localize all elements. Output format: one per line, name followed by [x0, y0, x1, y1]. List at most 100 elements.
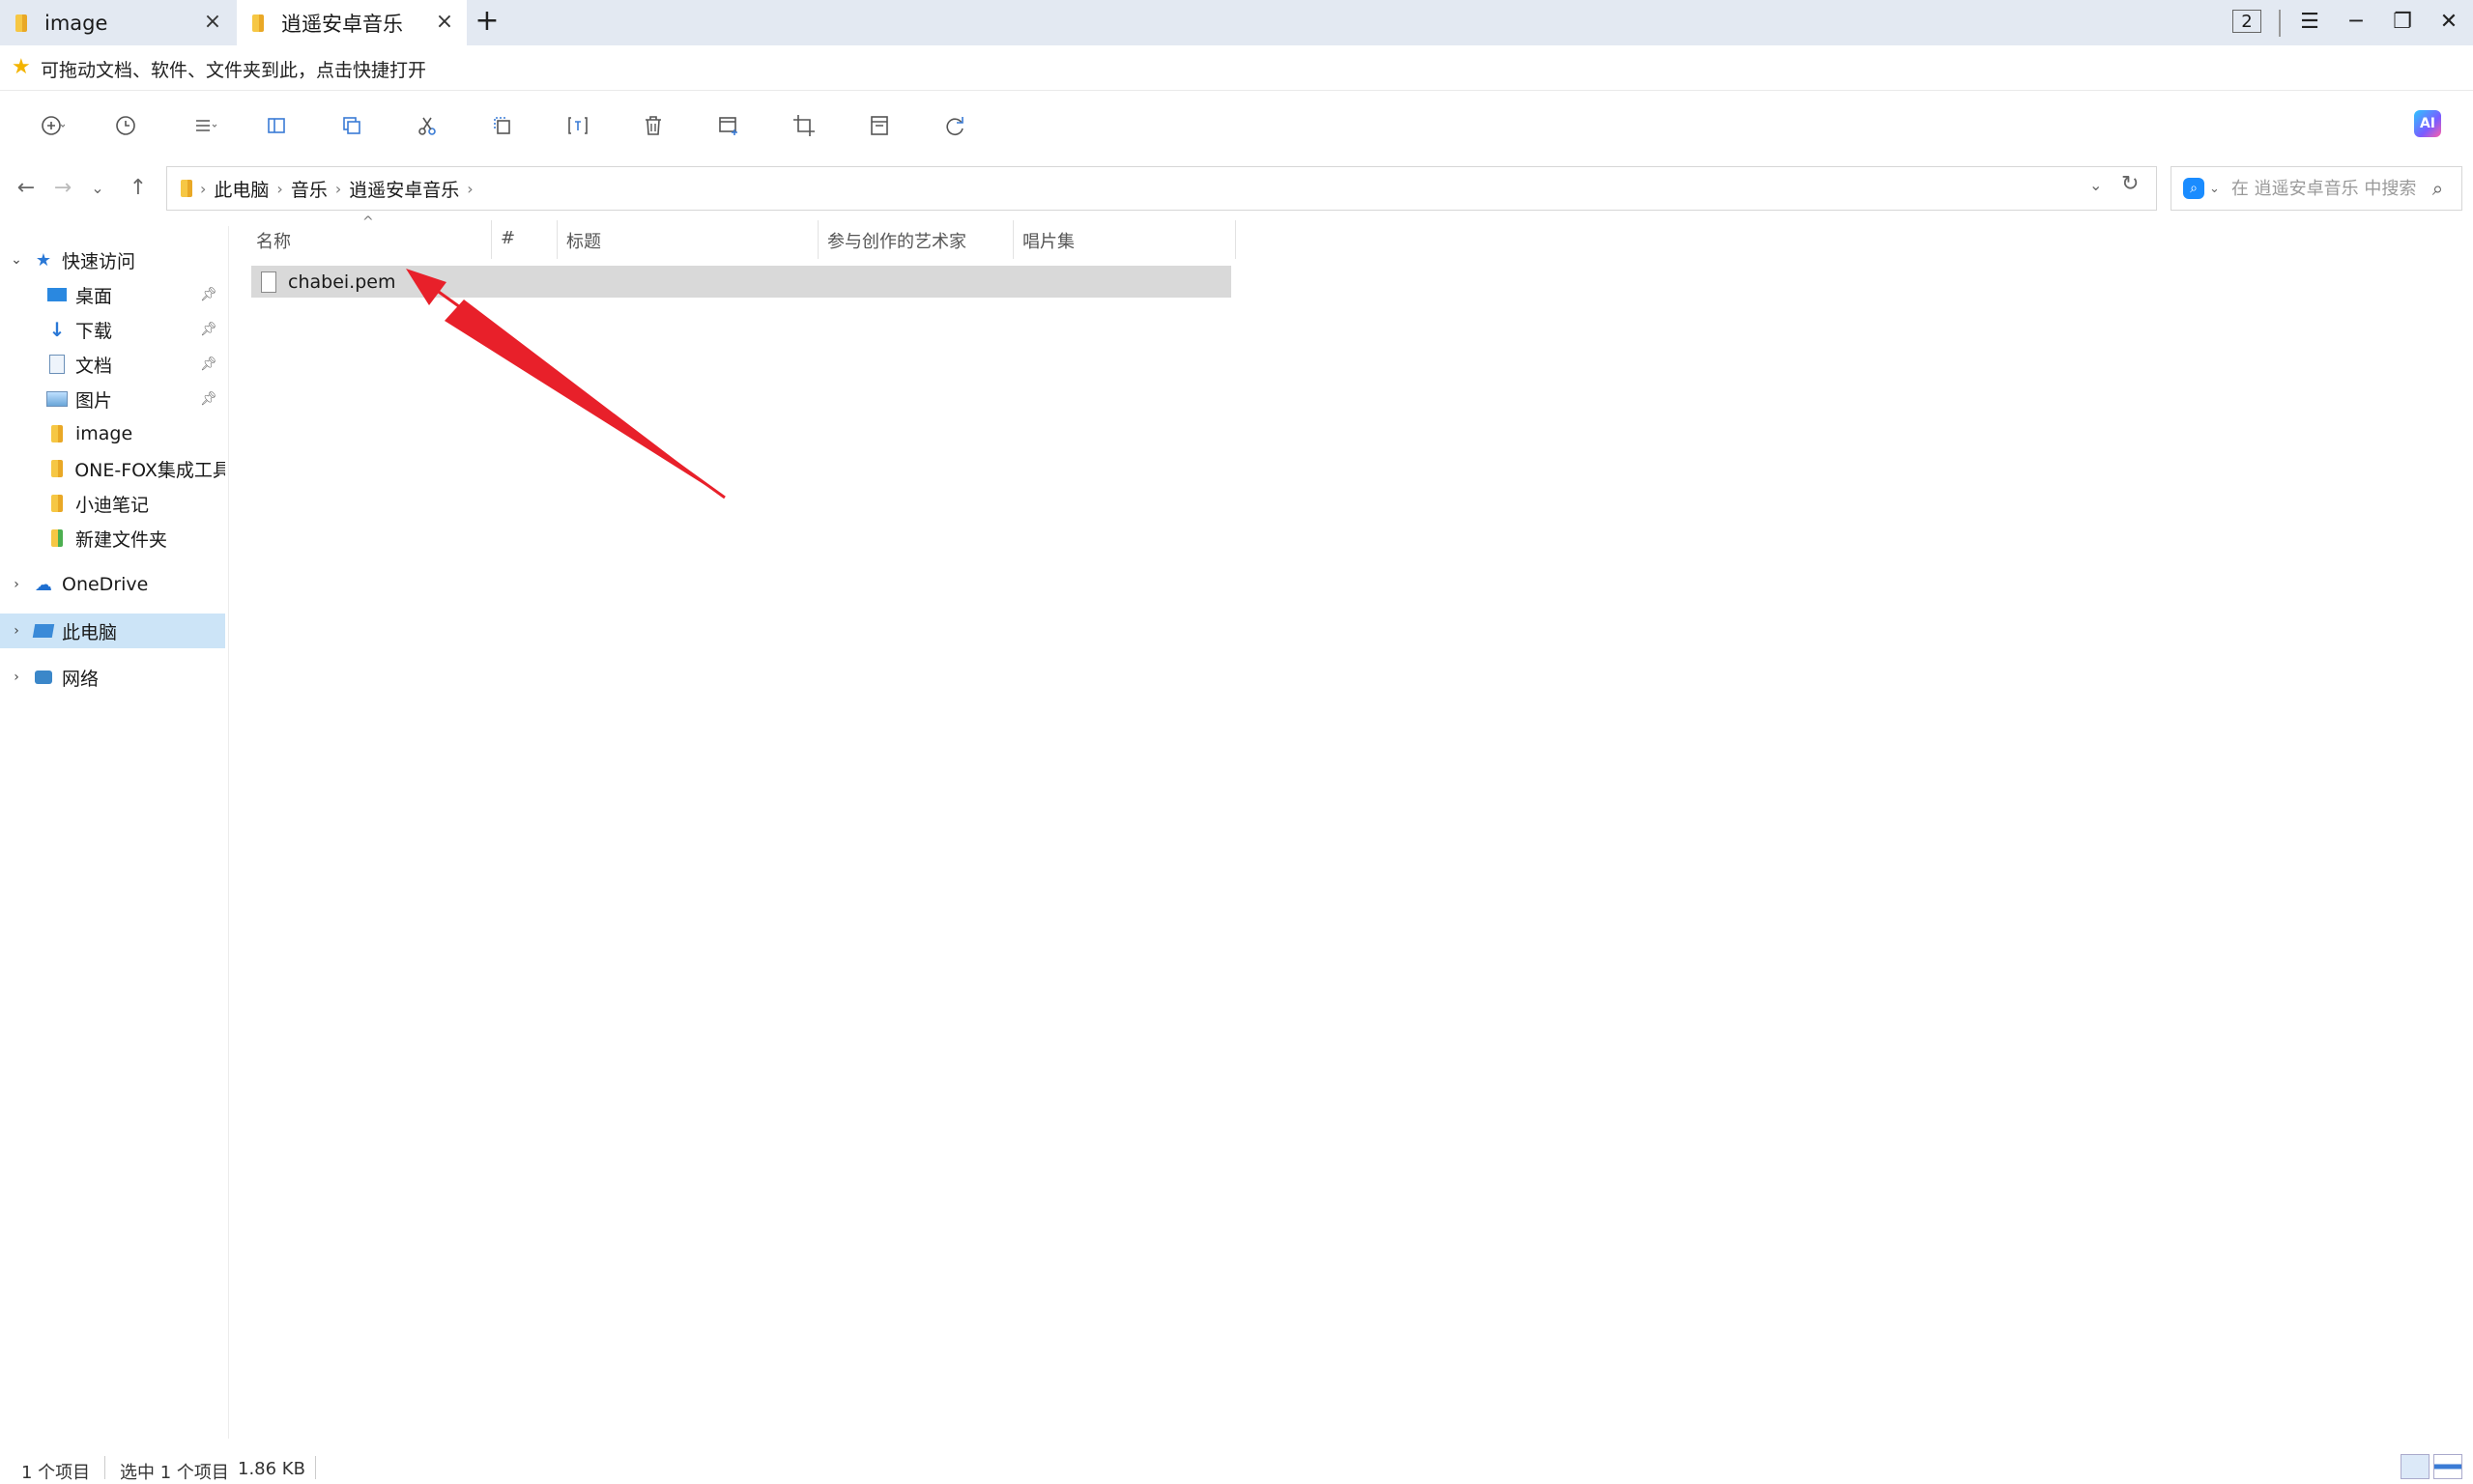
crop-icon	[793, 115, 815, 136]
paste-button[interactable]	[483, 106, 522, 145]
close-window-button[interactable]: ✕	[2430, 8, 2468, 37]
folder-icon	[181, 180, 192, 197]
recent-dropdown-icon[interactable]: ⌄	[83, 174, 112, 203]
delete-button[interactable]	[634, 106, 673, 145]
sort-ascending-icon: ^	[362, 214, 374, 230]
sidebar-item-label: 下载	[75, 320, 113, 342]
chevron-right-icon[interactable]: ›	[8, 670, 25, 685]
sidebar-item-label: 图片	[75, 389, 113, 412]
search-icon[interactable]: ⌕	[2432, 177, 2443, 200]
new-window-button[interactable]	[709, 106, 748, 145]
rename-button[interactable]	[559, 106, 597, 145]
list-icon	[196, 120, 217, 131]
view-mode-button[interactable]	[186, 106, 224, 145]
column-divider[interactable]	[1013, 220, 1014, 259]
chevron-right-icon[interactable]: ›	[8, 623, 25, 639]
crop-button[interactable]	[785, 106, 823, 145]
sidebar-item-this-pc[interactable]: › 此电脑	[0, 614, 225, 648]
column-header-album[interactable]: 唱片集	[1022, 228, 1075, 252]
sidebar-item-one-fox[interactable]: ONE-FOX集成工具	[0, 451, 225, 486]
sidebar-item-xiaodi-notes[interactable]: 小迪笔记	[0, 486, 225, 521]
minimize-button[interactable]: ─	[2337, 8, 2375, 37]
breadcrumb-separator: ›	[467, 179, 474, 198]
archive-button[interactable]	[860, 106, 899, 145]
sidebar-item-onedrive[interactable]: › ☁ OneDrive	[0, 567, 225, 602]
pin-icon[interactable]: 📌︎	[200, 391, 217, 407]
folder-icon	[46, 424, 68, 443]
copy-button[interactable]	[332, 106, 371, 145]
new-tab-button[interactable]: +	[472, 6, 503, 37]
sidebar-item-label: ONE-FOX集成工具	[74, 459, 225, 481]
chevron-right-icon[interactable]: ›	[8, 577, 25, 592]
up-arrow-icon[interactable]: ↑	[124, 174, 153, 203]
window-add-icon	[719, 117, 737, 135]
divider	[2279, 10, 2281, 37]
breadcrumb-this-pc[interactable]: 此电脑	[214, 176, 269, 202]
sidebar-item-label: 文档	[75, 355, 113, 377]
chevron-down-icon[interactable]: ⌄	[8, 252, 25, 268]
close-icon[interactable]: ×	[200, 10, 225, 35]
divider	[315, 1456, 316, 1479]
star-icon: ★	[12, 55, 31, 79]
plus-circle-icon	[42, 116, 65, 135]
download-icon: ↓	[48, 318, 66, 341]
refresh-icon[interactable]: ↻	[2121, 172, 2139, 196]
column-divider[interactable]	[491, 220, 492, 259]
search-input[interactable]	[2229, 177, 2427, 200]
close-icon[interactable]: ×	[432, 10, 457, 35]
divider	[104, 1456, 105, 1479]
restore-button[interactable]: ❐	[2383, 8, 2422, 37]
column-divider[interactable]	[557, 220, 558, 259]
column-header-name[interactable]: 名称	[256, 228, 291, 252]
preview-pane-button[interactable]	[257, 106, 296, 145]
folder-icon	[46, 459, 67, 478]
picture-icon	[46, 389, 68, 409]
breadcrumb-separator: ›	[276, 179, 283, 198]
pin-icon[interactable]: 📌︎	[200, 357, 217, 372]
column-header-contributing-artists[interactable]: 参与创作的艺术家	[827, 228, 966, 252]
back-arrow-icon[interactable]: ←	[12, 174, 41, 203]
menu-icon[interactable]: ☰	[2290, 8, 2329, 37]
details-view-icon[interactable]	[2401, 1454, 2430, 1479]
search-engine-icon[interactable]: ⌕	[2183, 178, 2204, 199]
breadcrumb-xiaoyao-music[interactable]: 逍遥安卓音乐	[349, 176, 459, 202]
tab-xiaoyao-music[interactable]: 逍遥安卓音乐 ×	[237, 0, 467, 45]
new-item-button[interactable]	[33, 106, 72, 145]
ai-assistant-button[interactable]: AI	[2414, 110, 2441, 137]
trash-icon	[646, 116, 661, 135]
sidebar-item-label: OneDrive	[62, 574, 149, 595]
chevron-down-icon[interactable]: ⌄	[2209, 182, 2220, 196]
sidebar-item-pictures[interactable]: 图片 📌︎	[0, 382, 225, 416]
selected-count: 选中 1 个项目	[120, 1463, 229, 1483]
sidebar-item-label: 此电脑	[62, 621, 118, 643]
sidebar-item-new-folder[interactable]: 新建文件夹	[0, 521, 225, 556]
sidebar-item-downloads[interactable]: ↓ 下载 📌︎	[0, 312, 225, 347]
sidebar-item-image[interactable]: image	[0, 416, 225, 451]
tab-count-badge[interactable]: 2	[2232, 10, 2261, 33]
folder-icon	[46, 494, 68, 513]
pin-icon[interactable]: 📌︎	[200, 322, 217, 337]
sidebar-item-network[interactable]: › 网络	[0, 660, 225, 695]
column-header-track-number[interactable]: #	[501, 228, 515, 249]
large-icons-view-icon[interactable]	[2433, 1454, 2462, 1479]
sidebar-item-label: 网络	[62, 668, 100, 690]
sidebar-item-quick-access[interactable]: ⌄ ★ 快速访问	[0, 243, 225, 277]
cut-button[interactable]	[408, 106, 446, 145]
column-divider[interactable]	[1235, 220, 1236, 259]
sidebar-item-documents[interactable]: 文档 📌︎	[0, 347, 225, 382]
address-bar[interactable]: › 此电脑 › 音乐 › 逍遥安卓音乐 ›	[166, 166, 2157, 211]
history-button[interactable]	[106, 106, 145, 145]
breadcrumb-music[interactable]: 音乐	[291, 176, 328, 202]
forward-arrow-icon[interactable]: →	[48, 174, 77, 203]
sync-button[interactable]	[935, 106, 974, 145]
pin-icon[interactable]: 📌︎	[200, 287, 217, 302]
chevron-down-icon[interactable]: ⌄	[2089, 176, 2102, 194]
file-icon	[261, 271, 276, 293]
annotation-arrow	[406, 269, 726, 499]
sidebar-item-desktop[interactable]: 桌面 📌︎	[0, 277, 225, 312]
search-box: ⌕ ⌄ ⌕	[2171, 166, 2462, 211]
sidebar-item-label: 新建文件夹	[75, 528, 168, 551]
column-divider[interactable]	[818, 220, 819, 259]
column-header-title[interactable]: 标题	[566, 228, 601, 252]
tab-image[interactable]: image ×	[0, 0, 235, 45]
